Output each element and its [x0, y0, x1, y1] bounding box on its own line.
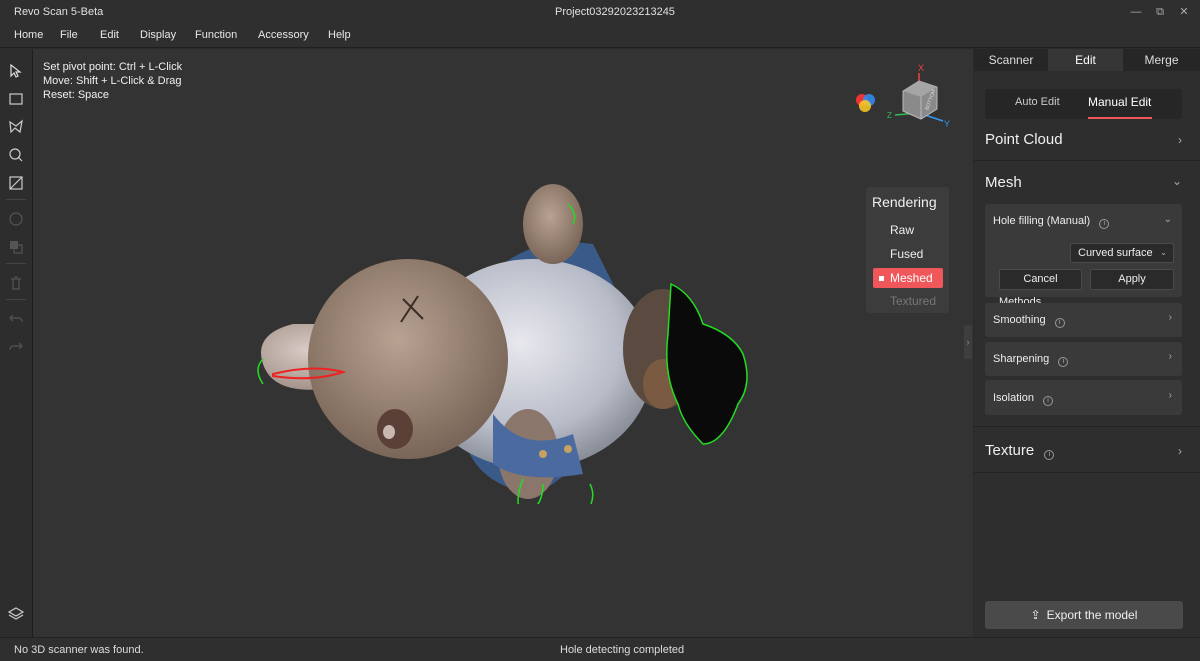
reset-icon[interactable]: [6, 209, 26, 229]
chevron-right-icon: ›: [1178, 133, 1182, 147]
scanner-status: No 3D scanner was found.: [14, 644, 144, 656]
axis-z-label: Z: [887, 111, 892, 120]
methods-select-value: Curved surface: [1078, 247, 1153, 259]
operation-status: Hole detecting completed: [560, 644, 685, 656]
tab-edit[interactable]: Edit: [1048, 49, 1123, 71]
rendering-title: Rendering: [872, 194, 937, 210]
menu-accessory[interactable]: Accessory: [258, 29, 309, 41]
menu-bar: Home File Edit Display Function Accessor…: [0, 24, 1200, 48]
section-texture-label: Texture: [985, 442, 1035, 459]
section-mesh[interactable]: Mesh ⌄: [985, 174, 1200, 191]
subtab-manual-edit[interactable]: Manual Edit: [1088, 95, 1151, 109]
render-raw-option[interactable]: Raw: [873, 220, 943, 240]
scanned-mesh-model[interactable]: [223, 184, 763, 504]
restore-icon[interactable]: ⧉: [1152, 4, 1168, 20]
isolation-header: Isolation i: [993, 392, 1054, 406]
info-icon[interactable]: i: [1043, 396, 1054, 406]
menu-function[interactable]: Function: [195, 29, 237, 41]
menu-edit[interactable]: Edit: [100, 29, 119, 41]
smoothing-card[interactable]: Smoothing i ›: [985, 303, 1182, 337]
methods-select[interactable]: Curved surface ⌄: [1070, 243, 1174, 263]
minimize-icon[interactable]: —: [1128, 4, 1144, 20]
export-model-button[interactable]: ⇪ Export the model: [985, 601, 1183, 629]
divider: [974, 160, 1200, 161]
chevron-down-icon: ⌄: [1160, 248, 1167, 257]
title-bar: Revo Scan 5-Beta Project03292023213245 —…: [0, 0, 1200, 24]
brush-select-icon[interactable]: [6, 145, 26, 165]
redo-icon[interactable]: [6, 337, 26, 357]
section-point-cloud-label: Point Cloud: [985, 131, 1063, 148]
rendering-panel: Rendering Raw Fused Meshed Textured: [866, 187, 949, 313]
left-toolbar: [0, 49, 33, 637]
section-mesh-label: Mesh: [985, 174, 1022, 191]
divider: [974, 472, 1200, 473]
chevron-down-icon: ⌄: [1171, 174, 1182, 188]
smoothing-header: Smoothing i: [993, 314, 1065, 328]
window-controls: — ⧉ ✕: [1128, 4, 1192, 20]
isolation-title: Isolation: [993, 392, 1034, 404]
sharpening-card[interactable]: Sharpening i ›: [985, 342, 1182, 376]
cancel-button[interactable]: Cancel: [999, 269, 1082, 290]
render-fused-option[interactable]: Fused: [873, 244, 943, 264]
rectangle-select-icon[interactable]: [6, 89, 26, 109]
tab-scanner[interactable]: Scanner: [974, 49, 1048, 71]
divider: [974, 426, 1200, 427]
export-model-label: Export the model: [1046, 608, 1138, 622]
right-panel: Scanner Edit Merge Auto Edit Manual Edit…: [974, 49, 1200, 637]
layers-icon[interactable]: [6, 604, 26, 624]
info-icon[interactable]: i: [1058, 357, 1069, 367]
subtab-auto-edit[interactable]: Auto Edit: [1015, 96, 1060, 108]
3d-viewport[interactable]: Set pivot point: Ctrl + L-Click Move: Sh…: [33, 49, 973, 637]
axis-gizmo[interactable]: X Y Z BOTTOM: [881, 63, 953, 129]
chevron-right-icon: ›: [1178, 444, 1182, 458]
active-subtab-indicator: [1088, 117, 1152, 119]
toolbar-divider: [6, 263, 26, 264]
axis-y-label: Y: [944, 119, 950, 129]
chevron-right-icon: ›: [1168, 312, 1172, 323]
chevron-right-icon: ›: [1168, 390, 1172, 401]
section-texture[interactable]: Texture i ›: [985, 442, 1200, 460]
section-point-cloud[interactable]: Point Cloud ›: [985, 131, 1200, 148]
panel-collapse-handle[interactable]: ›: [964, 325, 972, 359]
render-meshed-option[interactable]: Meshed: [873, 268, 943, 288]
chevron-down-icon[interactable]: ⌄: [1164, 214, 1172, 225]
smoothing-title: Smoothing: [993, 314, 1046, 326]
info-icon[interactable]: i: [1044, 450, 1055, 460]
lasso-select-icon[interactable]: [6, 117, 26, 137]
isolation-card[interactable]: Isolation i ›: [985, 380, 1182, 415]
info-icon[interactable]: i: [1054, 318, 1065, 328]
color-mode-icon[interactable]: [851, 89, 881, 119]
copy-icon[interactable]: [6, 237, 26, 257]
trash-icon[interactable]: [6, 273, 26, 293]
menu-file[interactable]: File: [60, 29, 78, 41]
chevron-right-icon: ›: [1168, 351, 1172, 362]
invert-select-icon[interactable]: [6, 173, 26, 193]
export-icon: ⇪: [1030, 608, 1041, 622]
menu-home[interactable]: Home: [14, 29, 43, 41]
hint-pivot: Set pivot point: Ctrl + L-Click: [43, 61, 183, 73]
apply-button[interactable]: Apply: [1090, 269, 1174, 290]
axis-x-label: X: [918, 63, 924, 73]
toolbar-divider: [6, 199, 26, 200]
panel-tabs: Scanner Edit Merge: [974, 49, 1200, 71]
hole-filling-header[interactable]: Hole filling (Manual) i: [993, 215, 1110, 229]
menu-display[interactable]: Display: [140, 29, 176, 41]
render-textured-option: Textured: [890, 294, 937, 308]
hole-filling-title: Hole filling (Manual): [993, 215, 1091, 227]
info-icon[interactable]: i: [1099, 219, 1110, 229]
project-name: Project03292023213245: [555, 6, 675, 18]
hint-move: Move: Shift + L-Click & Drag: [43, 75, 182, 87]
close-icon[interactable]: ✕: [1176, 4, 1192, 20]
status-bar: No 3D scanner was found. Hole detecting …: [0, 637, 1200, 661]
select-arrow-icon[interactable]: [6, 61, 26, 81]
toolbar-divider: [6, 299, 26, 300]
tab-merge[interactable]: Merge: [1123, 49, 1200, 71]
undo-icon[interactable]: [6, 309, 26, 329]
hint-reset: Reset: Space: [43, 89, 110, 101]
sharpening-header: Sharpening i: [993, 353, 1069, 367]
edit-mode-tabs: Auto Edit Manual Edit: [985, 89, 1182, 119]
menu-help[interactable]: Help: [328, 29, 351, 41]
sharpening-title: Sharpening: [993, 353, 1050, 365]
